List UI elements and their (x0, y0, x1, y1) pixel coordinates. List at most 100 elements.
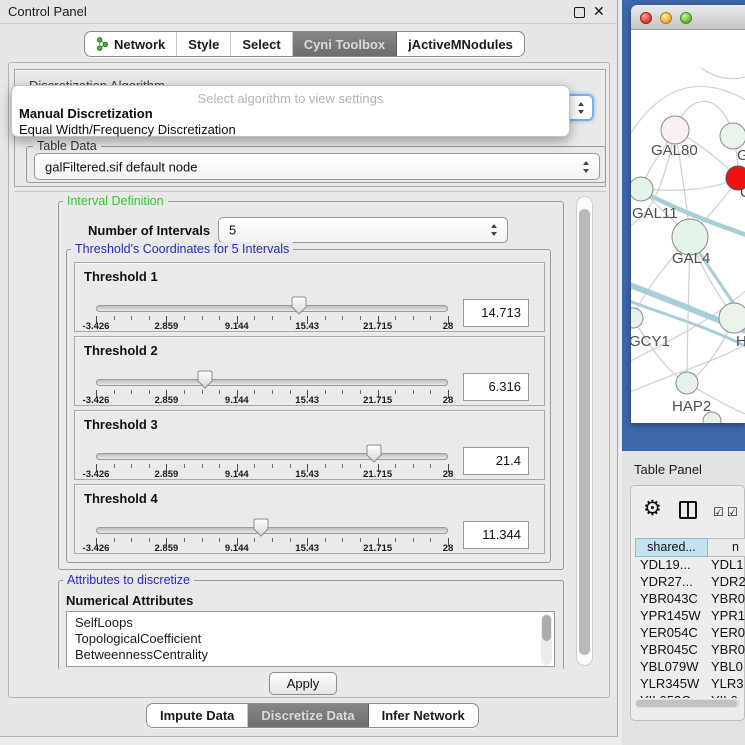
table-row[interactable]: YBL079WYBL0 (635, 659, 745, 676)
threshold-2-slider-thumb[interactable] (197, 370, 213, 390)
algorithm-placeholder: Select algorithm to view settings (12, 91, 569, 106)
network-node-gal80[interactable] (661, 116, 689, 144)
screen: Control Panel ✕ Network Style Select Cyn… (0, 0, 745, 745)
network-node-gal11[interactable] (631, 177, 653, 201)
split-columns-icon[interactable] (679, 501, 697, 519)
threshold-4-slider-track[interactable] (96, 527, 448, 534)
table-row[interactable]: YPR145WYPR1 (635, 608, 745, 625)
menu-item-equal-width-frequency[interactable]: Equal Width/Frequency Discretization (19, 122, 236, 137)
close-icon[interactable]: ✕ (593, 3, 605, 20)
list-item[interactable]: SelfLoops (75, 615, 133, 630)
table-horizontal-scrollbar[interactable] (635, 699, 740, 708)
algorithm-dropdown-popup: Select algorithm to view settings Manual… (11, 85, 570, 137)
column-header-shared-name[interactable]: shared... (635, 538, 708, 557)
thresholds-fieldset: Threshold's Coordinates for 5 Intervals … (66, 249, 551, 563)
table-row[interactable]: YDR27...YDR2 (635, 574, 745, 591)
list-scrollbar[interactable] (541, 614, 552, 665)
settings-scroll-area: Interval Definition Number of Intervals … (14, 191, 606, 669)
table-data-fieldset: Table Data galFiltered.sif default node (26, 146, 606, 183)
network-node-gcy1[interactable] (631, 308, 643, 328)
column-header-name[interactable]: n (708, 538, 745, 557)
table-panel-box: ⚙ ☑ ☑ shared... n YDL19...YDL1 YDR27...Y… (630, 485, 745, 721)
network-node-partial-top[interactable] (720, 123, 745, 149)
combo-spinner-icon[interactable] (491, 224, 498, 236)
node-label-gal11: GAL11 (632, 205, 678, 222)
combo-spinner-icon[interactable] (578, 102, 585, 114)
table-row[interactable]: YBR043CYBR0 (635, 591, 745, 608)
float-window-icon[interactable] (574, 7, 585, 18)
threshold-2-box: Threshold 2 -3.426 2.859 9.144 15.43 (74, 336, 545, 406)
network-mac-window: GAL80 GA C GAL11 GAL4 GCY1 H HAP2 (631, 5, 745, 423)
tab-discretize-data[interactable]: Discretize Data (248, 704, 368, 727)
numerical-attributes-list: SelfLoops TopologicalCoefficient Between… (66, 611, 555, 667)
threshold-3-value-field[interactable]: 21.4 (463, 447, 529, 475)
table-rows: YDL19...YDL1 YDR27...YDR2 YBR043CYBR0 YP… (635, 557, 745, 698)
cyni-toolbox-panel: Discretization Algorithm Table Data galF… (8, 62, 610, 698)
apply-button[interactable]: Apply (269, 672, 337, 695)
tab-select[interactable]: Select (231, 32, 292, 56)
tab-cyni-toolbox[interactable]: Cyni Toolbox (293, 32, 397, 56)
threshold-1-value-field[interactable]: 14.713 (463, 299, 529, 327)
table-panel: Table Panel ⚙ ☑ ☑ shared... n YDL19...YD… (622, 451, 745, 745)
numerical-attributes-label: Numerical Attributes (66, 593, 193, 608)
settings-vertical-scrollbar[interactable] (576, 196, 593, 666)
table-data-legend: Table Data (33, 139, 101, 153)
interval-definition-fieldset: Interval Definition Number of Intervals … (58, 201, 564, 570)
threshold-4-value-field[interactable]: 11.344 (463, 521, 529, 549)
threshold-2-value-field[interactable]: 6.316 (463, 373, 529, 401)
node-label-gcy1: GCY1 (631, 333, 670, 350)
list-item[interactable]: TopologicalCoefficient (75, 631, 201, 646)
tab-infer-network[interactable]: Infer Network (369, 704, 478, 727)
network-window-titlebar[interactable] (631, 5, 745, 30)
threshold-4-box: Threshold 4 -3.426 2.859 9.144 21.715 (74, 484, 545, 554)
minimize-traffic-light-icon[interactable] (660, 12, 672, 24)
bottom-tabbar: Impute Data Discretize Data Infer Networ… (146, 703, 479, 728)
number-of-intervals-combobox[interactable]: 5 (218, 217, 508, 243)
threshold-3-slider-thumb[interactable] (366, 444, 382, 464)
table-row[interactable]: YLR345WYLR3 (635, 676, 745, 693)
network-view-window: GAL80 GA C GAL11 GAL4 GCY1 H HAP2 (622, 0, 745, 451)
attributes-fieldset: Attributes to discretize Numerical Attri… (58, 580, 564, 669)
table-data-combobox[interactable]: galFiltered.sif default node (34, 153, 600, 180)
list-item[interactable]: BetweennessCentrality (75, 647, 208, 662)
scrollbar-thumb[interactable] (579, 209, 590, 655)
node-label-gal4: GAL4 (672, 250, 710, 267)
panel-tabbar: Network Style Select Cyni Toolbox jActiv… (84, 31, 525, 57)
node-label-partial-c: C (740, 184, 745, 201)
table-row[interactable]: YDL19...YDL1 (635, 557, 745, 574)
gear-icon[interactable]: ⚙ (643, 498, 662, 519)
combo-spinner-icon[interactable] (583, 161, 590, 173)
network-icon (96, 37, 109, 51)
tab-impute-data[interactable]: Impute Data (147, 704, 248, 727)
table-header-row: shared... n (635, 538, 745, 557)
threshold-2-slider-track[interactable] (96, 379, 448, 386)
thresholds-legend: Threshold's Coordinates for 5 Intervals (71, 242, 293, 256)
zoom-traffic-light-icon[interactable] (680, 12, 692, 24)
attributes-legend: Attributes to discretize (63, 573, 194, 587)
threshold-3-slider-track[interactable] (96, 453, 448, 460)
threshold-1-slider-thumb[interactable] (291, 296, 307, 316)
menu-item-manual-discretization[interactable]: Manual Discretization (19, 106, 153, 121)
node-label-partial-ga: GA (737, 147, 745, 164)
tab-style[interactable]: Style (177, 32, 231, 56)
number-of-intervals-label: Number of Intervals (88, 223, 210, 238)
network-node-h[interactable] (719, 303, 745, 333)
threshold-3-box: Threshold 3 -3.426 2.859 9.144 15.43 (74, 410, 545, 480)
table-row[interactable]: YIL052CYIL0 (635, 693, 745, 698)
threshold-4-slider-thumb[interactable] (253, 518, 269, 538)
close-traffic-light-icon[interactable] (640, 12, 652, 24)
network-node-hap2[interactable] (676, 372, 698, 394)
node-label-hap2: HAP2 (672, 398, 711, 415)
control-panel-window: Control Panel ✕ Network Style Select Cyn… (0, 0, 618, 737)
tab-network[interactable]: Network (85, 32, 177, 56)
scrollbar-thumb[interactable] (636, 700, 737, 707)
threshold-1-slider-track[interactable] (96, 305, 448, 312)
network-canvas[interactable]: GAL80 GA C GAL11 GAL4 GCY1 H HAP2 (631, 30, 745, 423)
table-row[interactable]: YER054CYER0 (635, 625, 745, 642)
checkbox-icon[interactable]: ☑ (727, 505, 738, 519)
checkbox-icon[interactable]: ☑ (713, 505, 724, 519)
table-row[interactable]: YBR045CYBR0 (635, 642, 745, 659)
node-label-gal80: GAL80 (651, 142, 698, 159)
tab-jactivemnodules[interactable]: jActiveMNodules (397, 32, 524, 56)
control-panel-titlebar: Control Panel ✕ (0, 0, 617, 24)
